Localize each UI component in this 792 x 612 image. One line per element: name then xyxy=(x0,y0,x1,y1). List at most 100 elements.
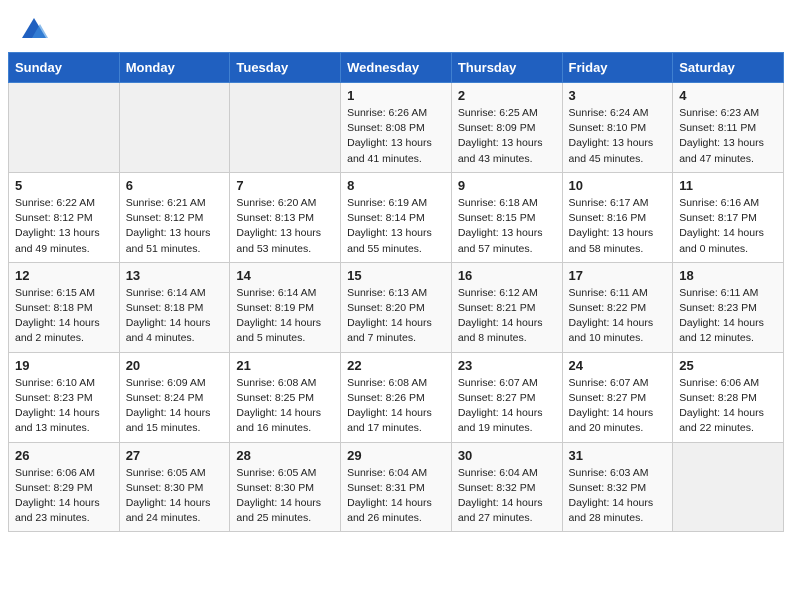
sunset-text: Sunset: 8:19 PM xyxy=(236,302,314,314)
day-number: 18 xyxy=(679,268,777,283)
sunrise-text: Sunrise: 6:20 AM xyxy=(236,197,316,209)
sunrise-text: Sunrise: 6:14 AM xyxy=(126,287,206,299)
day-info: Sunrise: 6:07 AM Sunset: 8:27 PM Daylight:… xyxy=(458,376,556,437)
day-number: 27 xyxy=(126,448,224,463)
sunset-text: Sunset: 8:24 PM xyxy=(126,392,204,404)
sunset-text: Sunset: 8:18 PM xyxy=(15,302,93,314)
sunrise-text: Sunrise: 6:17 AM xyxy=(569,197,649,209)
calendar-day: 26Sunrise: 6:06 AMSunset: 8:29 PMDayligh… xyxy=(9,442,120,532)
sunset-text: Sunset: 8:23 PM xyxy=(15,392,93,404)
calendar-header: SundayMondayTuesdayWednesdayThursdayFrid… xyxy=(9,53,784,83)
day-number: 29 xyxy=(347,448,445,463)
sunset-text: Sunset: 8:27 PM xyxy=(569,392,647,404)
daylight-text: Daylight: 14 hours and 20 minutes. xyxy=(569,407,654,434)
day-info: Sunrise: 6:14 AMSunset: 8:18 PMDaylight:… xyxy=(126,286,224,347)
sunset-text: Sunset: 8:29 PM xyxy=(15,482,93,494)
day-number: 10 xyxy=(569,178,667,193)
daylight-text: Daylight: 14 hours and 12 minutes. xyxy=(679,317,764,344)
calendar-body: 1Sunrise: 6:26 AMSunset: 8:08 PMDaylight… xyxy=(9,83,784,532)
logo xyxy=(20,16,52,44)
sunset-text: Sunset: 8:27 PM xyxy=(458,392,536,404)
calendar-day: 24Sunrise: 6:07 AMSunset: 8:27 PMDayligh… xyxy=(562,352,673,442)
day-info: Sunrise: 6:19 AMSunset: 8:14 PMDaylight:… xyxy=(347,196,445,257)
col-header-sunday: Sunday xyxy=(9,53,120,83)
day-info: Sunrise: 6:05 AMSunset: 8:30 PMDaylight:… xyxy=(236,466,334,527)
day-info: Sunrise: 6:18 AMSunset: 8:15 PMDaylight:… xyxy=(458,196,556,257)
day-number: 16 xyxy=(458,268,556,283)
calendar-week-1: 1Sunrise: 6:26 AMSunset: 8:08 PMDaylight… xyxy=(9,83,784,173)
daylight-text: Daylight: 14 hours and 25 minutes. xyxy=(236,497,321,524)
sunset-text: Sunset: 8:12 PM xyxy=(15,212,93,224)
day-number: 8 xyxy=(347,178,445,193)
day-info: Sunrise: 6:24 AMSunset: 8:10 PMDaylight:… xyxy=(569,106,667,167)
daylight-text: Daylight: 13 hours and 43 minutes. xyxy=(458,137,543,164)
day-info: Sunrise: 6:16 AMSunset: 8:17 PMDaylight:… xyxy=(679,196,777,257)
daylight-text: Daylight: 14 hours and 0 minutes. xyxy=(679,227,764,254)
calendar-day: 15Sunrise: 6:13 AMSunset: 8:20 PMDayligh… xyxy=(341,262,452,352)
sunrise-text: Sunrise: 6:07 AM xyxy=(458,377,538,389)
daylight-text: Daylight: 14 hours and 26 minutes. xyxy=(347,497,432,524)
calendar-day: 2Sunrise: 6:25 AMSunset: 8:09 PMDaylight… xyxy=(451,83,562,173)
day-number: 28 xyxy=(236,448,334,463)
calendar-day: 13Sunrise: 6:14 AMSunset: 8:18 PMDayligh… xyxy=(119,262,230,352)
calendar-day: 12 Sunrise: 6:15 AMSunset: 8:18 PMDayligh… xyxy=(9,262,120,352)
day-number: 31 xyxy=(569,448,667,463)
daylight-text: Daylight: 13 hours and 55 minutes. xyxy=(347,227,432,254)
day-info: Sunrise: 6:04 AMSunset: 8:32 PMDaylight:… xyxy=(458,466,556,527)
sunset-text: Sunset: 8:23 PM xyxy=(679,302,757,314)
logo-icon xyxy=(20,16,48,44)
sunrise-text: Sunrise: 6:04 AM xyxy=(458,467,538,479)
sunrise-text: Sunrise: 6:03 AM xyxy=(569,467,649,479)
day-number: 7 xyxy=(236,178,334,193)
day-number: 4 xyxy=(679,88,777,103)
page-header xyxy=(0,0,792,52)
calendar-day: 20Sunrise: 6:09 AMSunset: 8:24 PMDayligh… xyxy=(119,352,230,442)
day-number: 15 xyxy=(347,268,445,283)
calendar-day: 3 Sunrise: 6:24 AMSunset: 8:10 PMDaylight… xyxy=(562,83,673,173)
daylight-text: Daylight: 13 hours and 47 minutes. xyxy=(679,137,764,164)
day-number: 3 xyxy=(569,88,667,103)
col-header-friday: Friday xyxy=(562,53,673,83)
day-info: Sunrise: 6:20 AMSunset: 8:13 PMDaylight:… xyxy=(236,196,334,257)
sunset-text: Sunset: 8:09 PM xyxy=(458,122,536,134)
day-info: Sunrise: 6:08 AM Sunset: 8:25 PM Daylight:… xyxy=(236,376,334,437)
day-number: 23 xyxy=(458,358,556,373)
calendar-day: 6Sunrise: 6:21 AMSunset: 8:12 PMDaylight… xyxy=(119,172,230,262)
daylight-text: Daylight: 14 hours and 4 minutes. xyxy=(126,317,211,344)
daylight-text: Daylight: 14 hours and 19 minutes. xyxy=(458,407,543,434)
sunset-text: Sunset: 8:25 PM xyxy=(236,392,314,404)
day-number: 9 xyxy=(458,178,556,193)
sunset-text: Sunset: 8:30 PM xyxy=(236,482,314,494)
day-number: 11 xyxy=(679,178,777,193)
calendar-day: 17Sunrise: 6:11 AMSunset: 8:22 PMDayligh… xyxy=(562,262,673,352)
calendar-day: 11 Sunrise: 6:16 AMSunset: 8:17 PMDayligh… xyxy=(673,172,784,262)
day-info: Sunrise: 6:11 AMSunset: 8:22 PMDaylight:… xyxy=(569,286,667,347)
day-info: Sunrise: 6:15 AMSunset: 8:18 PMDaylight:… xyxy=(15,286,113,347)
sunrise-text: Sunrise: 6:06 AM xyxy=(15,467,95,479)
day-info: Sunrise: 6:14 AMSunset: 8:19 PMDaylight:… xyxy=(236,286,334,347)
sunrise-text: Sunrise: 6:19 AM xyxy=(347,197,427,209)
calendar-day: 16Sunrise: 6:12 AMSunset: 8:21 PMDayligh… xyxy=(451,262,562,352)
daylight-text: Daylight: 14 hours and 23 minutes. xyxy=(15,497,100,524)
sunrise-text: Sunrise: 6:08 AM xyxy=(236,377,316,389)
sunset-text: Sunset: 8:31 PM xyxy=(347,482,425,494)
daylight-text: Daylight: 14 hours and 16 minutes. xyxy=(236,407,321,434)
daylight-text: Daylight: 13 hours and 53 minutes. xyxy=(236,227,321,254)
sunrise-text: Sunrise: 6:22 AM xyxy=(15,197,95,209)
day-info: Sunrise: 6:06 AMSunset: 8:28 PMDaylight:… xyxy=(679,376,777,437)
day-info: Sunrise: 6:06 AM Sunset: 8:29 PM Daylight:… xyxy=(15,466,113,527)
calendar-day xyxy=(673,442,784,532)
calendar-day: 5Sunrise: 6:22 AMSunset: 8:12 PMDaylight… xyxy=(9,172,120,262)
calendar-week-4: 19Sunrise: 6:10 AMSunset: 8:23 PMDayligh… xyxy=(9,352,784,442)
calendar-day xyxy=(119,83,230,173)
daylight-text: Daylight: 13 hours and 41 minutes. xyxy=(347,137,432,164)
day-number: 21 xyxy=(236,358,334,373)
day-info: Sunrise: 6:03 AMSunset: 8:32 PMDaylight:… xyxy=(569,466,667,527)
daylight-text: Daylight: 14 hours and 13 minutes. xyxy=(15,407,100,434)
day-info: Sunrise: 6:08 AMSunset: 8:26 PMDaylight:… xyxy=(347,376,445,437)
day-number: 12 xyxy=(15,268,113,283)
daylight-text: Daylight: 13 hours and 57 minutes. xyxy=(458,227,543,254)
calendar-week-2: 5Sunrise: 6:22 AMSunset: 8:12 PMDaylight… xyxy=(9,172,784,262)
sunrise-text: Sunrise: 6:24 AM xyxy=(569,107,649,119)
sunrise-text: Sunrise: 6:18 AM xyxy=(458,197,538,209)
